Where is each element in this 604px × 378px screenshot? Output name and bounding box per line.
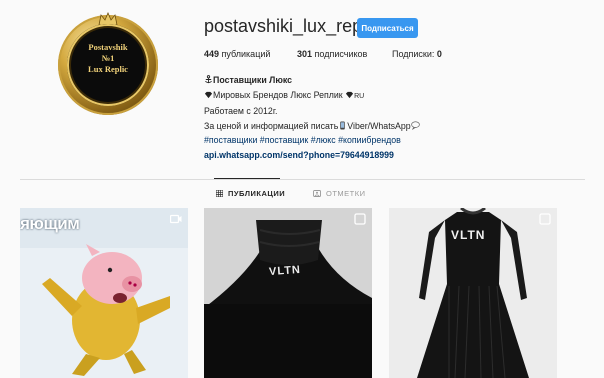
video-icon [170,214,182,224]
post-tile[interactable]: VLTN [389,208,557,378]
bio-name: Поставщики Люкс [204,73,504,88]
profile-username: postavshiki_lux_replic [204,16,380,36]
profile-avatar[interactable]: Postavshik №1 Lux Replic [58,12,158,115]
following-count[interactable]: Подписки: 0 [392,49,442,59]
followers-count[interactable]: 301 подписчиков [297,49,367,59]
post-image-turtleneck [204,208,372,378]
post-overlay-text: VLTN [268,263,302,279]
bio-link[interactable]: api.whatsapp.com/send?phone=79644918999 [204,148,504,163]
tag-icon [313,189,321,197]
post-overlay-text: VLTN [451,228,486,242]
multi-post-icon [539,213,551,225]
tab-publications[interactable]: ПУБЛИКАЦИИ [216,186,285,200]
tab-tagged[interactable]: ОТМЕТКИ [313,186,366,200]
bio-line-since: Работаем с 2012г. [204,106,278,116]
profile-bio: Поставщики Люкс Мировых Брендов Люкс Реп… [204,73,504,162]
speech-bubble-icon [410,120,420,130]
tabs-divider [20,179,585,180]
bio-line-brands: Мировых Брендов Люкс Реплик RU [204,88,504,105]
post-tile[interactable]: VLTN [204,208,372,378]
posts-count: 449 публикаций [204,49,271,59]
post-overlay-text: яющим [20,214,80,233]
diamond-icon [204,91,213,98]
avatar-logo-text: Postavshik №1 Lux Replic [88,42,128,74]
active-tab-indicator [214,178,280,179]
bio-hashtags[interactable]: #поставщики #поставщик #люкс #копиибренд… [204,133,504,148]
post-tile[interactable]: яющим [20,208,188,378]
diamond-icon [345,91,354,98]
anchor-icon [205,75,212,84]
grid-icon [216,189,223,197]
phone-icon [340,120,346,130]
subscribe-button[interactable]: Подписаться [357,18,418,38]
multi-post-icon [354,213,366,225]
bio-line-contact: За ценой и информацией писать Viber/What… [204,119,504,134]
